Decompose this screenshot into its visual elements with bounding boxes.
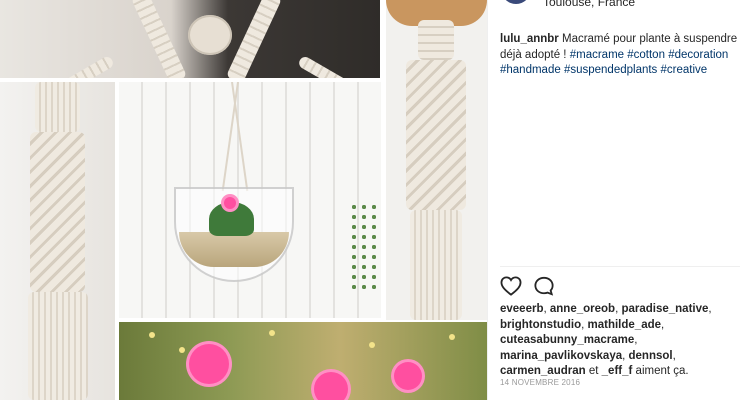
liker-username[interactable]: marina_pavlikovskaya (500, 350, 622, 362)
post-panel: Toulouse, France lulu_annbr Macramé pour… (487, 0, 750, 400)
photo-tile-right (386, 0, 487, 320)
photo-tile-top (0, 0, 380, 78)
liker-username[interactable]: carmen_audran (500, 365, 586, 377)
caption-username[interactable]: lulu_annbr (500, 33, 559, 45)
photo-collage (0, 0, 487, 400)
divider (500, 266, 740, 267)
likes-conjunction: et (588, 365, 599, 377)
hashtag[interactable]: #creative (661, 64, 708, 76)
liker-username[interactable]: mathilde_ade (588, 319, 662, 331)
liker-username[interactable]: paradise_native (621, 303, 708, 315)
post-location[interactable]: Toulouse, France (543, 0, 635, 9)
hashtag[interactable]: #macrame (570, 49, 624, 61)
liker-username[interactable]: anne_oreob (550, 303, 615, 315)
comment-icon[interactable] (533, 276, 555, 296)
likes-summary: eveeerb, anne_oreob, paradise_native, br… (500, 303, 712, 377)
liker-username[interactable]: dennsol (629, 350, 673, 362)
liker-username[interactable]: _eff_f (602, 365, 633, 377)
hashtag[interactable]: #decoration (668, 49, 728, 61)
photo-tile-bottom (119, 322, 487, 400)
hashtag[interactable]: #cotton (627, 49, 665, 61)
photo-tile-center (119, 82, 381, 318)
hashtag[interactable]: #handmade (500, 64, 561, 76)
liker-username[interactable]: eveeerb (500, 303, 543, 315)
avatar[interactable] (501, 0, 531, 4)
photo-tile-left (0, 82, 115, 400)
post-date: 14 NOVEMBRE 2016 (500, 378, 581, 387)
hashtag[interactable]: #suspendedplants (564, 64, 657, 76)
liker-username[interactable]: brightonstudio (500, 319, 581, 331)
liker-username[interactable]: cuteasabunny_macrame (500, 334, 634, 346)
likes-suffix: aiment ça. (635, 365, 689, 377)
heart-icon[interactable] (500, 276, 522, 296)
post-caption: lulu_annbr Macramé pour plante à suspend… (500, 32, 740, 79)
